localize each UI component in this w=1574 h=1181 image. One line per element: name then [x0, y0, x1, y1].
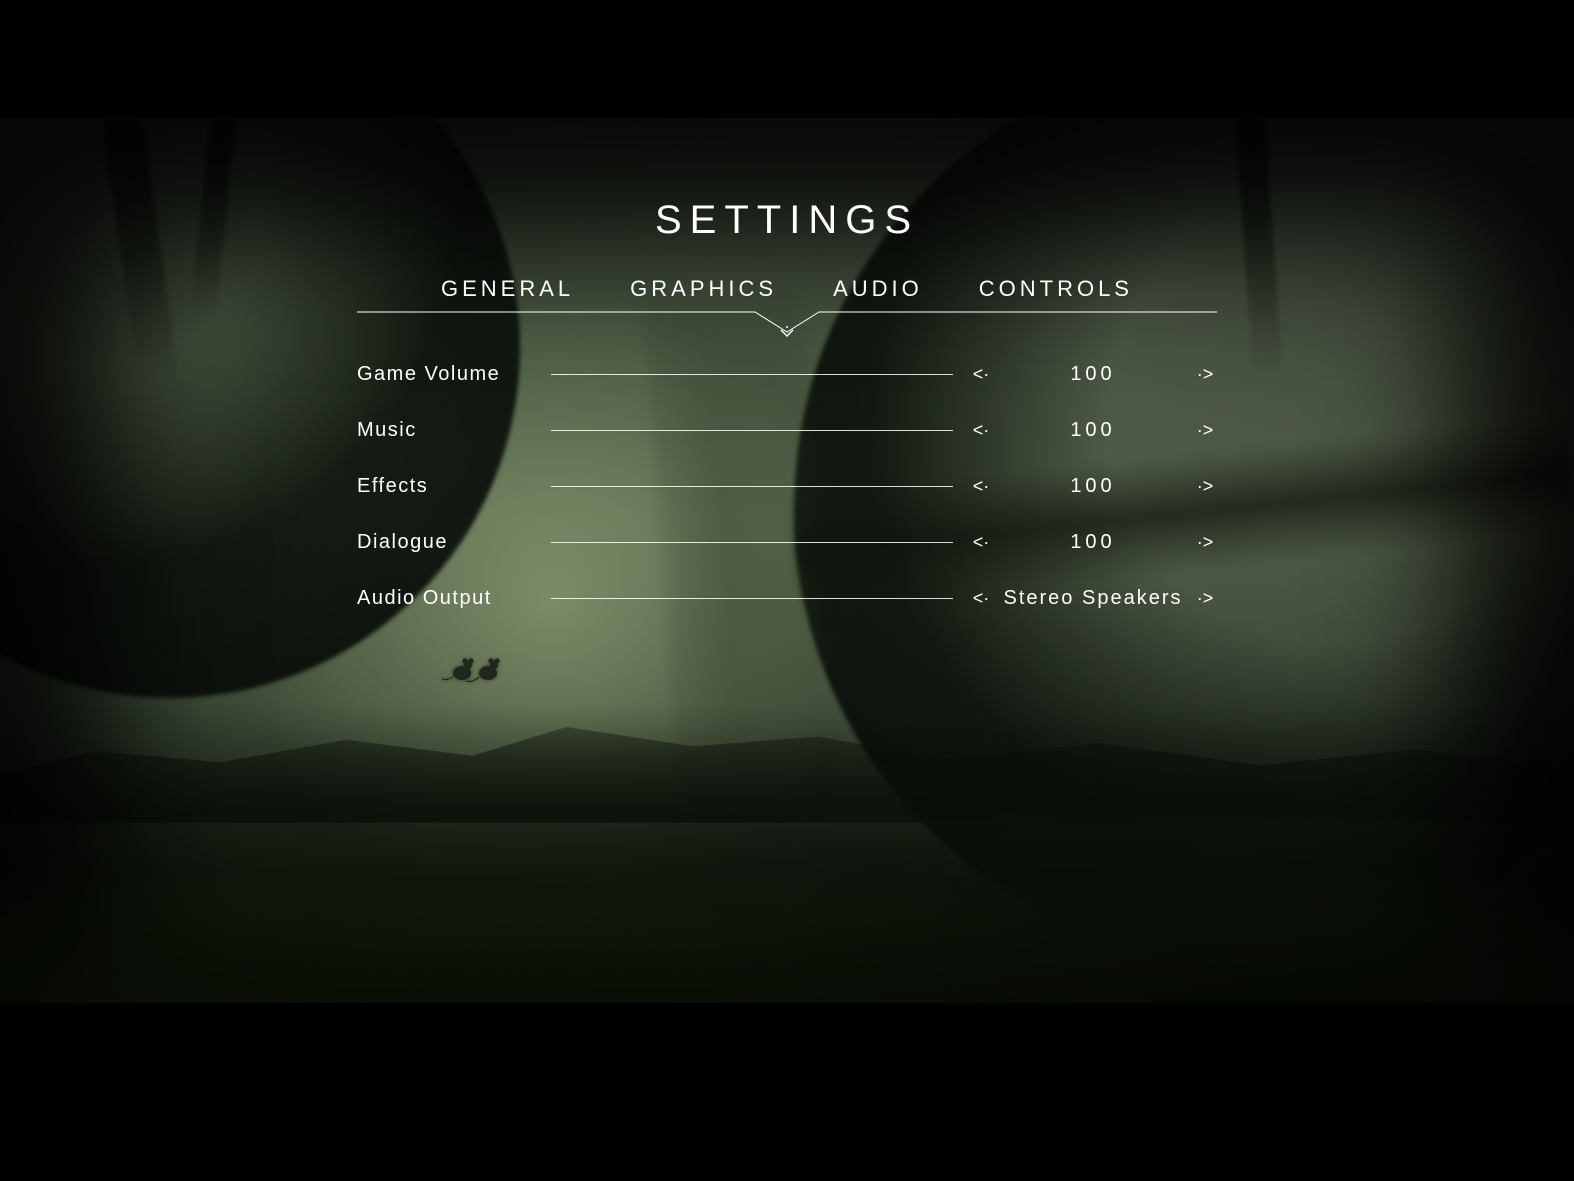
divider-line	[551, 598, 953, 599]
option-label: Audio Output	[357, 587, 547, 610]
option-audio-output: Audio Output <· Stereo Speakers ·>	[357, 586, 1217, 610]
game-volume-stepper[interactable]: <· 100 ·>	[969, 362, 1217, 386]
arrow-right-icon[interactable]: ·>	[1193, 530, 1217, 554]
effects-value: 100	[1033, 475, 1153, 498]
option-game-volume: Game Volume <· 100 ·>	[357, 362, 1217, 386]
audio-output-stepper[interactable]: <· Stereo Speakers ·>	[969, 586, 1217, 610]
music-value: 100	[1033, 419, 1153, 442]
tab-controls[interactable]: CONTROLS	[979, 276, 1133, 302]
arrow-left-icon[interactable]: <·	[969, 530, 993, 554]
arrow-left-icon[interactable]: <·	[969, 418, 993, 442]
audio-output-value: Stereo Speakers	[1004, 587, 1183, 610]
tabs-underline	[357, 310, 1217, 338]
music-stepper[interactable]: <· 100 ·>	[969, 418, 1217, 442]
letterbox-top	[0, 0, 1574, 118]
tab-graphics[interactable]: GRAPHICS	[630, 276, 777, 302]
mice-silhouette	[440, 643, 520, 683]
arrow-left-icon[interactable]: <·	[969, 586, 993, 610]
divider-line	[551, 486, 953, 487]
arrow-left-icon[interactable]: <·	[969, 474, 993, 498]
chevron-down-icon	[777, 324, 797, 344]
option-label: Music	[357, 419, 547, 442]
dialogue-stepper[interactable]: <· 100 ·>	[969, 530, 1217, 554]
tabs: GENERAL GRAPHICS AUDIO CONTROLS	[357, 276, 1217, 338]
effects-stepper[interactable]: <· 100 ·>	[969, 474, 1217, 498]
arrow-right-icon[interactable]: ·>	[1193, 474, 1217, 498]
options-list: Game Volume <· 100 ·> Music <· 100 ·> Ef…	[357, 362, 1217, 610]
arrow-right-icon[interactable]: ·>	[1193, 362, 1217, 386]
tab-audio[interactable]: AUDIO	[833, 276, 923, 302]
tab-general[interactable]: GENERAL	[441, 276, 574, 302]
option-label: Game Volume	[357, 363, 547, 386]
option-dialogue: Dialogue <· 100 ·>	[357, 530, 1217, 554]
divider-line	[551, 542, 953, 543]
option-music: Music <· 100 ·>	[357, 418, 1217, 442]
divider-line	[551, 430, 953, 431]
option-effects: Effects <· 100 ·>	[357, 474, 1217, 498]
arrow-left-icon[interactable]: <·	[969, 362, 993, 386]
divider-line	[551, 374, 953, 375]
dialogue-value: 100	[1033, 531, 1153, 554]
arrow-right-icon[interactable]: ·>	[1193, 586, 1217, 610]
arrow-right-icon[interactable]: ·>	[1193, 418, 1217, 442]
option-label: Dialogue	[357, 531, 547, 554]
page-title: SETTINGS	[0, 198, 1574, 243]
letterbox-bottom	[0, 1003, 1574, 1181]
game-volume-value: 100	[1033, 363, 1153, 386]
option-label: Effects	[357, 475, 547, 498]
